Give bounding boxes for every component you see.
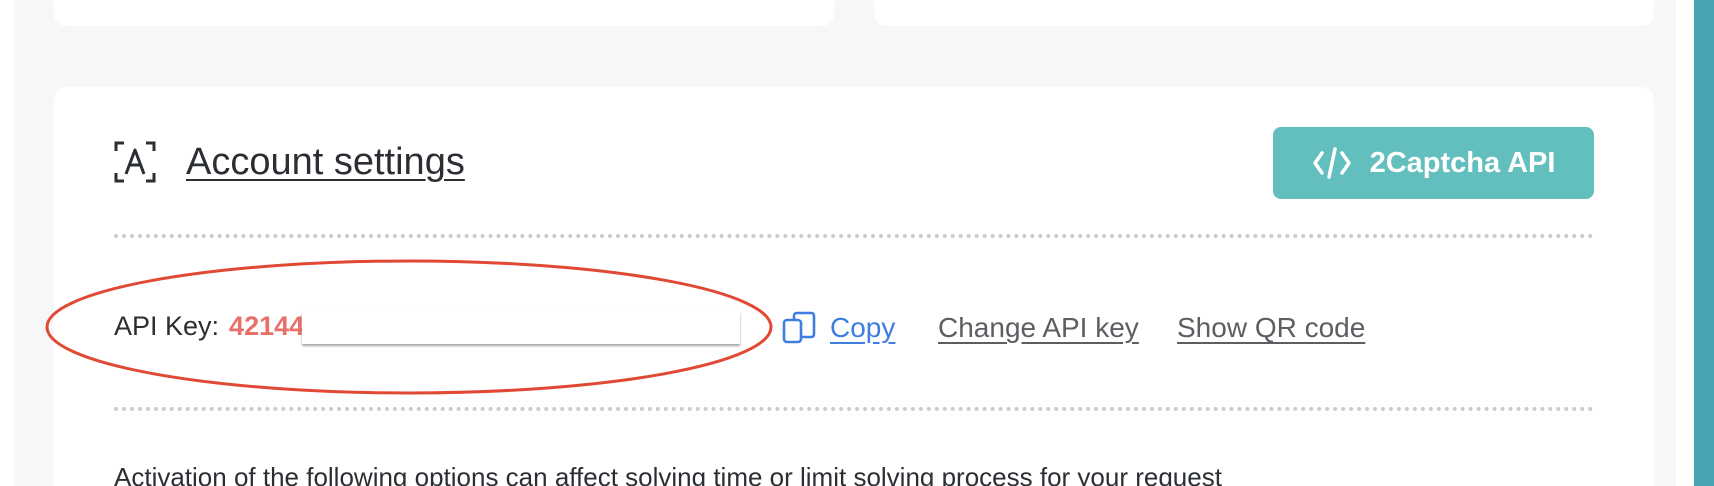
divider [114, 234, 1594, 238]
right-panel-edge [1676, 0, 1694, 486]
section-title[interactable]: Account settings [186, 141, 465, 184]
section-header: Account settings [114, 140, 465, 184]
divider [114, 407, 1594, 411]
scrollbar[interactable] [1694, 0, 1714, 486]
account-scan-icon [114, 141, 156, 183]
2captcha-api-button[interactable]: 2Captcha API [1273, 127, 1594, 199]
highlight-ellipse [45, 259, 773, 395]
show-qr-code-link[interactable]: Show QR code [1177, 308, 1365, 348]
page: Account settings 2Captcha API API Key: 4… [0, 0, 1714, 486]
options-notice: Activation of the following options can … [114, 462, 1222, 486]
top-right-card [874, 0, 1654, 26]
change-api-key-link[interactable]: Change API key [938, 308, 1139, 348]
copy-button[interactable]: Copy [782, 308, 895, 348]
code-icon [1312, 145, 1352, 181]
copy-icon [782, 311, 816, 345]
top-left-card [54, 0, 834, 26]
api-button-label: 2Captcha API [1369, 146, 1556, 179]
left-gutter [0, 0, 14, 486]
copy-link[interactable]: Copy [830, 312, 895, 344]
